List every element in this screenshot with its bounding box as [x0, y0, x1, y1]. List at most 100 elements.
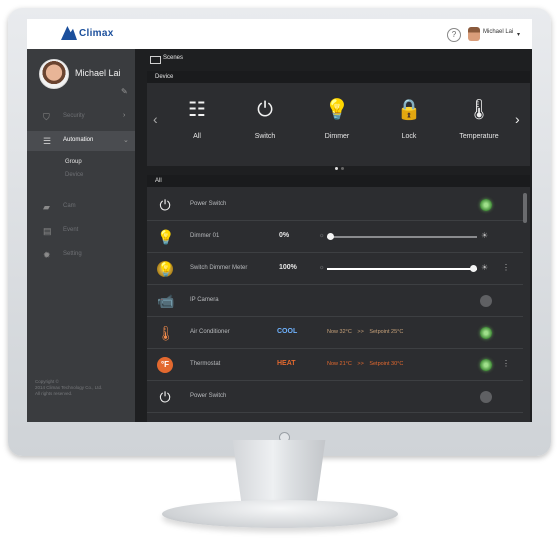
list-title: All — [155, 178, 162, 184]
sidebar-subitem-group[interactable]: Group — [65, 159, 82, 165]
dimmer-level: 100% — [279, 264, 297, 271]
device-name: IP Camera — [190, 297, 219, 303]
page-dot[interactable] — [335, 167, 338, 170]
event-icon: ▤ — [43, 226, 52, 236]
table-row: ⏻ Power Switch — [147, 189, 523, 221]
device-panel: Device ‹ › ☷ All ⏻ Switch 💡 Dimmer 🔒 Loc… — [147, 71, 530, 170]
sliders-icon: ☰ — [43, 136, 52, 146]
dimmer-level: 0% — [279, 232, 290, 239]
sidebar-item-automation[interactable]: ☰ Automation ⌄ — [27, 131, 135, 151]
device-toggle[interactable] — [480, 199, 492, 211]
dimmer-slider[interactable] — [327, 233, 477, 240]
table-row: 📹 IP Camera — [147, 285, 523, 317]
sidebar-item-label: Cam — [63, 203, 76, 209]
table-row: 🌡 Air Conditioner COOL Now 32°C >> Setpo… — [147, 317, 523, 349]
device-name: Air Conditioner — [190, 329, 230, 335]
user-avatar-small[interactable] — [468, 27, 480, 41]
device-name: Dimmer 01 — [190, 233, 220, 239]
sidebar-item-label: Setting — [63, 251, 82, 257]
camera-icon: 📹 — [157, 293, 175, 309]
device-name: Power Switch — [190, 393, 227, 399]
thermometer-icon: 🌡 — [157, 325, 175, 341]
more-options-icon[interactable]: ⋮ — [502, 263, 510, 272]
bulb-icon: 💡 — [157, 229, 175, 245]
sidebar-item-security[interactable]: ⛉ Security › — [27, 107, 135, 127]
sidebar-item-event[interactable]: ▤ Event — [27, 221, 135, 241]
power-icon: ⏻ — [257, 99, 273, 121]
panel-header-bar — [147, 175, 530, 187]
dim-high-icon: ☀ — [481, 231, 489, 240]
slider-knob[interactable] — [470, 265, 477, 272]
device-filter-temperature[interactable]: 🌡 Temperature — [449, 95, 509, 155]
device-filter-label: Switch — [254, 133, 276, 140]
setpoint-temp: Setpoint 25°C — [369, 329, 404, 335]
device-name: Thermostat — [190, 361, 221, 367]
chevron-down-icon[interactable]: ▾ — [517, 31, 520, 38]
power-icon: ⏻ — [159, 389, 171, 405]
avatar[interactable] — [39, 59, 69, 89]
sidebar-item-setting[interactable]: ✹ Setting — [27, 245, 135, 265]
current-temp: Now 21°C — [327, 361, 352, 367]
power-icon: ⏻ — [159, 197, 171, 213]
scenes-title[interactable]: Scenes — [163, 55, 183, 61]
climax-logo[interactable]: Climax — [61, 25, 119, 43]
main-content: Scenes Device ‹ › ☷ All ⏻ Switch 💡 Dimme… — [142, 49, 532, 422]
device-panel-title: Device — [155, 74, 174, 80]
sidebar-item-cam[interactable]: ▰ Cam — [27, 197, 135, 217]
thermometer-icon: 🌡 — [466, 99, 492, 121]
device-name: Switch Dimmer Meter — [190, 265, 248, 271]
device-filter-dimmer[interactable]: 💡 Dimmer — [307, 95, 367, 155]
scenes-header: Scenes — [142, 49, 532, 69]
shield-icon: ⛉ — [43, 112, 50, 122]
dim-high-icon: ☀ — [481, 263, 489, 272]
slider-fill — [327, 268, 477, 270]
copyright-footer: Copyright © 2014 Climax Technology Co., … — [35, 379, 102, 397]
mode-label: HEAT — [277, 360, 296, 367]
sliders-icon: ☷ — [188, 99, 206, 121]
device-filter-label: Lock — [401, 133, 417, 140]
carousel-pagination — [335, 157, 347, 175]
table-row: ⏻ Power Switch — [147, 381, 523, 413]
device-filter-switch[interactable]: ⏻ Switch — [235, 95, 295, 155]
lock-icon: 🔒 — [396, 99, 422, 121]
sidebar-subitem-device[interactable]: Device — [65, 172, 83, 178]
dimmer-slider[interactable] — [327, 265, 477, 272]
edit-icon[interactable]: ✎ — [121, 87, 128, 96]
device-filter-all[interactable]: ☷ All — [167, 95, 227, 155]
panel-header-bar — [147, 71, 530, 83]
user-menu-label[interactable]: Michael Lai — [483, 29, 513, 35]
sidebar: Michael Lai ✎ ⛉ Security › ☰ Automation … — [27, 49, 135, 422]
device-toggle[interactable] — [480, 359, 492, 371]
device-filter-label: Temperature — [459, 133, 499, 140]
dim-low-icon: ☼ — [319, 233, 325, 239]
profile-block: Michael Lai ✎ — [27, 49, 135, 99]
device-filter-lock[interactable]: 🔒 Lock — [379, 95, 439, 155]
carousel-prev-button[interactable]: ‹ — [153, 111, 158, 127]
thermostat-icon: °F — [157, 357, 173, 373]
table-row: 💡 Dimmer 01 0% ☼ ☀ — [147, 221, 523, 253]
bulb-icon: 💡 — [324, 99, 350, 121]
arrow-separator: >> — [357, 329, 364, 335]
temperature-readout: Now 21°C >> Setpoint 30°C — [327, 361, 403, 367]
device-toggle[interactable] — [480, 295, 492, 307]
arrow-separator: >> — [357, 361, 364, 367]
chevron-right-icon: › — [123, 112, 126, 119]
device-list-panel: All ⏻ Power Switch 💡 Dimmer 01 0% ☼ ☀ 💡 … — [147, 175, 530, 422]
carousel-next-button[interactable]: › — [515, 111, 520, 127]
device-toggle[interactable] — [480, 391, 492, 403]
scrollbar[interactable] — [523, 193, 527, 223]
mode-label: COOL — [277, 328, 298, 335]
logo-text: Climax — [79, 28, 114, 39]
temperature-readout: Now 32°C >> Setpoint 25°C — [327, 329, 403, 335]
device-name: Power Switch — [190, 201, 227, 207]
slider-knob[interactable] — [327, 233, 334, 240]
device-toggle[interactable] — [480, 327, 492, 339]
dim-low-icon: ☼ — [319, 265, 325, 271]
help-icon[interactable]: ? — [447, 28, 461, 42]
page-dot[interactable] — [341, 167, 344, 170]
more-options-icon[interactable]: ⋮ — [502, 359, 510, 368]
mountain-logo-icon — [61, 26, 77, 40]
device-filter-label: Dimmer — [324, 133, 350, 140]
bulb-on-icon: 💡 — [157, 261, 175, 277]
footer-line: All rights reserved. — [35, 391, 73, 396]
